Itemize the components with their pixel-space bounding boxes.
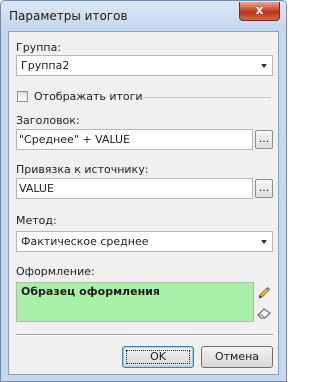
- binding-label: Привязка к источнику:: [16, 163, 149, 176]
- cancel-button-label: Отмена: [214, 350, 260, 363]
- pencil-icon[interactable]: [256, 285, 272, 301]
- binding-ellipsis-button[interactable]: ...: [255, 179, 273, 198]
- chevron-down-icon: [261, 64, 267, 68]
- binding-field[interactable]: VALUE: [16, 178, 253, 199]
- show-totals-label[interactable]: Отображать итоги: [34, 90, 143, 103]
- footer-divider: [16, 334, 273, 336]
- ellipsis-icon: ...: [258, 132, 270, 145]
- title-bar[interactable]: Параметры итогов x: [1, 1, 286, 31]
- ellipsis-icon: ...: [258, 181, 270, 194]
- header-ellipsis-button[interactable]: ...: [255, 130, 273, 149]
- method-label: Метод:: [16, 214, 57, 227]
- header-label: Заголовок:: [16, 114, 80, 127]
- header-value: "Среднее" + VALUE: [19, 133, 131, 146]
- show-totals-checkbox[interactable]: [17, 91, 28, 102]
- ok-button[interactable]: OK: [122, 346, 194, 368]
- method-value: Фактическое среднее: [21, 235, 149, 248]
- focus-rect: [126, 350, 190, 364]
- chevron-down-icon: [261, 240, 267, 244]
- dialog-client-area: Группа: Группа2 Отображать итоги Заголов…: [8, 31, 279, 375]
- window-title: Параметры итогов: [9, 9, 128, 23]
- format-sample-text: Образец оформления: [21, 285, 160, 298]
- binding-value: VALUE: [19, 182, 54, 195]
- formatting-label: Оформление:: [16, 265, 95, 278]
- group-label: Группа:: [16, 41, 62, 54]
- header-field[interactable]: "Среднее" + VALUE: [16, 129, 253, 150]
- group-separator: [143, 97, 271, 98]
- close-icon: x: [255, 3, 264, 17]
- group-value: Группа2: [21, 59, 70, 72]
- close-button[interactable]: x: [239, 2, 280, 21]
- eraser-icon[interactable]: [256, 305, 272, 321]
- cancel-button[interactable]: Отмена: [201, 346, 273, 368]
- method-combobox[interactable]: Фактическое среднее: [16, 231, 273, 252]
- dialog-window: Параметры итогов x Группа: Группа2 Отобр…: [0, 0, 287, 382]
- group-combobox[interactable]: Группа2: [16, 55, 273, 76]
- format-sample-box: Образец оформления: [16, 282, 254, 322]
